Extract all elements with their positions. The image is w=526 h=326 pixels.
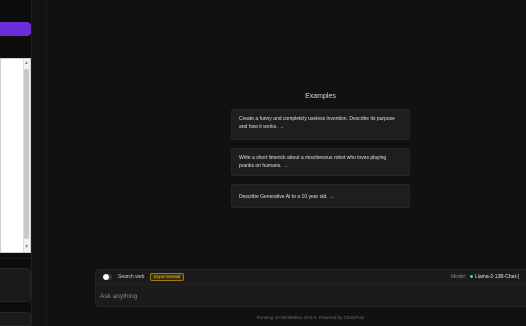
- new-chat-button[interactable]: [0, 22, 31, 36]
- status-dot-icon: [470, 275, 473, 278]
- sidebar-footer-box[interactable]: [0, 312, 31, 326]
- chevron-up-icon[interactable]: ▲: [24, 61, 29, 66]
- model-label: Model:: [451, 274, 467, 280]
- sidebar-divider: [0, 258, 32, 259]
- chat-history-panel: ▲ ▼: [0, 58, 31, 253]
- model-selector[interactable]: Llama-2-13B-Chat-(: [475, 274, 519, 280]
- example-prompt-card[interactable]: Create a funny and completely useless in…: [231, 109, 410, 140]
- composer-toolbar: Search web Experimental Model: Llama-2-1…: [96, 270, 526, 285]
- sidebar-scrollbar[interactable]: ▲ ▼: [23, 59, 30, 252]
- chat-composer: Search web Experimental Model: Llama-2-1…: [95, 269, 526, 307]
- ask-input[interactable]: [100, 289, 520, 303]
- chevron-down-icon[interactable]: ▼: [24, 245, 29, 250]
- sidebar: ▲ ▼: [0, 0, 32, 326]
- sidebar-settings-box[interactable]: [0, 268, 31, 302]
- footer-credit: Running on NimbleBox v3.0.0. Powered by …: [256, 315, 365, 320]
- scrollbar-thumb[interactable]: [24, 69, 29, 239]
- search-web-toggle[interactable]: [103, 274, 112, 280]
- search-web-label: Search web: [118, 274, 145, 280]
- example-prompt-card[interactable]: Write a short limerick about a mischievo…: [231, 148, 410, 176]
- sidebar-gutter: [32, 0, 47, 326]
- examples-heading: Examples: [305, 93, 336, 100]
- toggle-knob: [103, 274, 109, 280]
- example-prompt-card[interactable]: Describe Generative AI to a 10 year old.…: [231, 184, 410, 208]
- experimental-badge: Experimental: [150, 273, 185, 281]
